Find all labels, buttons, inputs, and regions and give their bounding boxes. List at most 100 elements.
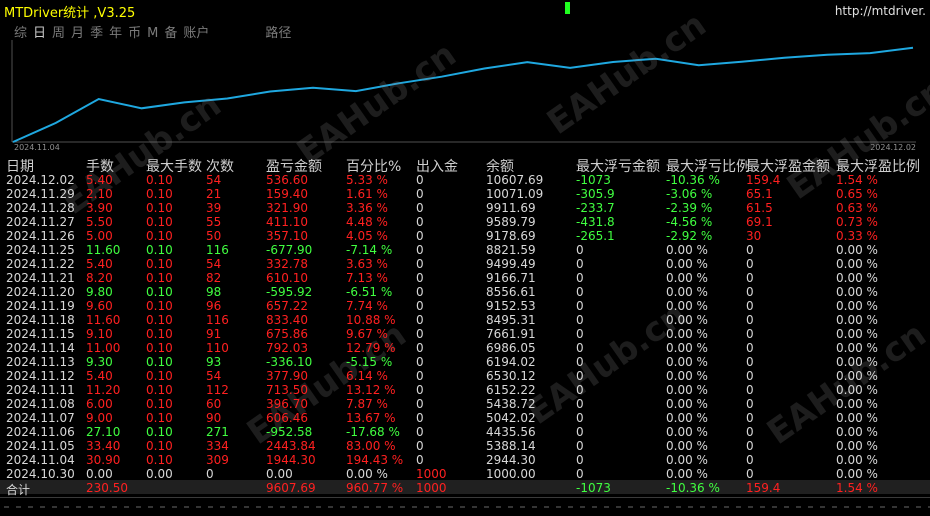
cell-flow: 0	[416, 425, 424, 439]
cell-float-profit-pct: 0.00 %	[836, 271, 878, 285]
cell-count: 50	[206, 229, 222, 243]
cell-float-loss-pct: -10.36 %	[666, 173, 720, 187]
cell-lots: 9.30	[86, 355, 113, 369]
cell-float-profit-amount: 0	[746, 327, 754, 341]
tab-5[interactable]: 年	[109, 22, 122, 41]
cell-float-loss-amount: 0	[576, 453, 584, 467]
cell-pnl: 321.90	[266, 201, 308, 215]
cell-float-profit-pct: 0.00 %	[836, 341, 878, 355]
total-float-profit-amount: 159.4	[746, 481, 781, 495]
cell-float-loss-amount: 0	[576, 327, 584, 341]
cell-float-profit-pct: 0.00 %	[836, 313, 878, 327]
cell-date: 2024.10.30	[6, 467, 75, 481]
total-flow: 1000	[416, 481, 447, 495]
cell-float-loss-amount: 0	[576, 313, 584, 327]
horizontal-scrollbar[interactable]	[0, 498, 930, 514]
total-pct: 960.77 %	[346, 481, 404, 495]
cell-date: 2024.11.12	[6, 369, 75, 383]
cell-pct: 3.36 %	[346, 201, 388, 215]
cell-count: 54	[206, 173, 222, 187]
cell-float-loss-amount: -1073	[576, 173, 611, 187]
tab-0[interactable]: 综	[14, 22, 27, 41]
cell-pnl: 833.40	[266, 313, 308, 327]
cell-float-loss-amount: 0	[576, 355, 584, 369]
cell-count: 96	[206, 299, 222, 313]
cell-max-lots: 0.10	[146, 187, 173, 201]
cell-pnl: 0.00	[266, 467, 293, 481]
cell-flow: 0	[416, 201, 424, 215]
cell-date: 2024.11.13	[6, 355, 75, 369]
cell-float-loss-amount: -305.9	[576, 187, 615, 201]
cell-flow: 0	[416, 453, 424, 467]
cell-pct: 1.61 %	[346, 187, 388, 201]
tab-7[interactable]: M	[147, 26, 158, 41]
cell-float-profit-pct: 0.00 %	[836, 383, 878, 397]
cell-balance: 6986.05	[486, 341, 536, 355]
cell-float-profit-pct: 0.65 %	[836, 187, 878, 201]
cell-count: 110	[206, 341, 229, 355]
cell-pct: 4.48 %	[346, 215, 388, 229]
scrollbar-thumb[interactable]	[565, 2, 570, 14]
cell-float-loss-pct: 0.00 %	[666, 369, 708, 383]
cell-lots: 8.20	[86, 271, 113, 285]
cell-float-profit-pct: 0.00 %	[836, 411, 878, 425]
cell-float-profit-amount: 0	[746, 257, 754, 271]
cell-count: 54	[206, 257, 222, 271]
cell-float-profit-amount: 0	[746, 439, 754, 453]
cell-lots: 11.60	[86, 243, 121, 257]
cell-flow: 0	[416, 285, 424, 299]
tab-8[interactable]: 备	[164, 22, 177, 41]
cell-lots: 9.10	[86, 327, 113, 341]
cell-balance: 5042.02	[486, 411, 536, 425]
cell-pnl: -952.58	[266, 425, 313, 439]
cell-float-profit-pct: 0.00 %	[836, 369, 878, 383]
cell-lots: 11.60	[86, 313, 121, 327]
cell-lots: 9.80	[86, 285, 113, 299]
tab-3[interactable]: 月	[71, 22, 84, 41]
tab-1[interactable]: 日	[33, 22, 46, 41]
cell-float-loss-pct: 0.00 %	[666, 467, 708, 481]
cell-max-lots: 0.10	[146, 243, 173, 257]
cell-flow: 0	[416, 411, 424, 425]
tab-9[interactable]: 账户	[183, 22, 209, 41]
cell-balance: 8495.31	[486, 313, 536, 327]
tab-4[interactable]: 季	[90, 22, 103, 41]
cell-pct: 9.67 %	[346, 327, 388, 341]
cell-max-lots: 0.10	[146, 313, 173, 327]
cell-pnl: 396.70	[266, 397, 308, 411]
cell-count: 116	[206, 243, 229, 257]
cell-float-loss-pct: 0.00 %	[666, 299, 708, 313]
cell-balance: 10607.69	[486, 173, 544, 187]
cell-max-lots: 0.10	[146, 355, 173, 369]
cell-pct: 194.43 %	[346, 453, 404, 467]
tab-2[interactable]: 周	[52, 22, 65, 41]
cell-date: 2024.11.06	[6, 425, 75, 439]
cell-lots: 2.10	[86, 187, 113, 201]
cell-date: 2024.11.27	[6, 215, 75, 229]
tab-path[interactable]: 路径	[265, 22, 291, 41]
cell-lots: 5.50	[86, 215, 113, 229]
cell-date: 2024.12.02	[6, 173, 75, 187]
cell-float-loss-pct: 0.00 %	[666, 425, 708, 439]
total-float-profit-pct: 1.54 %	[836, 481, 878, 495]
tab-6[interactable]: 币	[128, 22, 141, 41]
cell-pnl: 2443.84	[266, 439, 316, 453]
website-url[interactable]: http://mtdriver.	[835, 4, 926, 18]
cell-max-lots: 0.10	[146, 215, 173, 229]
cell-count: 90	[206, 411, 222, 425]
cell-balance: 9499.49	[486, 257, 536, 271]
cell-float-profit-pct: 0.00 %	[836, 327, 878, 341]
cell-balance: 4435.56	[486, 425, 536, 439]
cell-flow: 1000	[416, 467, 447, 481]
cell-pnl: 332.78	[266, 257, 308, 271]
cell-pct: 13.67 %	[346, 411, 396, 425]
cell-lots: 5.00	[86, 229, 113, 243]
cell-pnl: 536.60	[266, 173, 308, 187]
cell-float-profit-pct: 0.00 %	[836, 425, 878, 439]
cell-float-loss-amount: 0	[576, 257, 584, 271]
cell-date: 2024.11.19	[6, 299, 75, 313]
cell-float-profit-amount: 65.1	[746, 187, 773, 201]
cell-pnl: 357.10	[266, 229, 308, 243]
cell-lots: 9.00	[86, 411, 113, 425]
cell-balance: 1000.00	[486, 467, 536, 481]
